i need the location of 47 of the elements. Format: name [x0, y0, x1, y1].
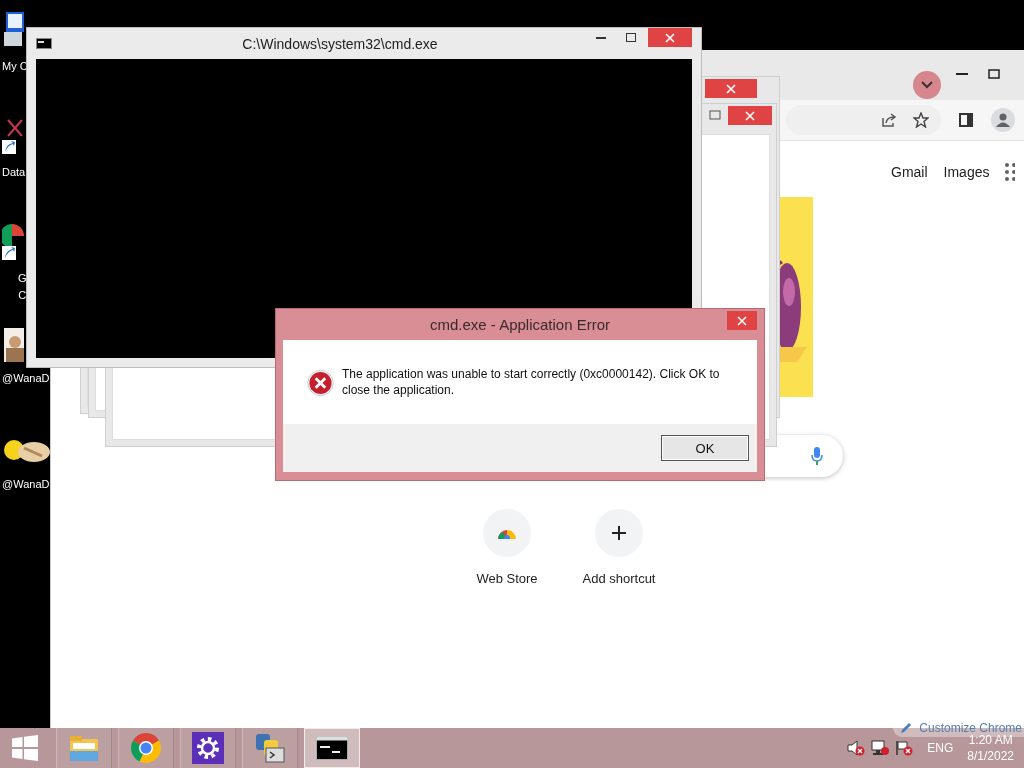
- minimize-icon: [956, 73, 968, 75]
- desktop-icon-label: Data: [2, 165, 26, 180]
- console-icon: [36, 38, 52, 49]
- desktop-icon-label: @WanaD: [2, 477, 50, 492]
- microphone-icon[interactable]: [811, 447, 823, 465]
- console-icon: [316, 736, 348, 760]
- profile-avatar[interactable]: [991, 108, 1015, 132]
- close-icon: [745, 110, 755, 121]
- chrome-logo: [130, 732, 162, 764]
- ok-button[interactable]: OK: [661, 435, 749, 461]
- plus-icon: [611, 525, 627, 541]
- windows-logo: [12, 735, 38, 761]
- chevron-down-icon: [921, 81, 933, 89]
- close-icon: [665, 32, 675, 43]
- error-message: The application was unable to start correctly (0xc0000142). Click OK to close the application.: [341, 366, 721, 398]
- header-link[interactable]: Images: [943, 164, 990, 180]
- maximize-icon: [626, 33, 636, 42]
- minimize-icon: [596, 36, 606, 39]
- speaker-muted-icon[interactable]: [847, 740, 866, 756]
- shortcut-tile[interactable]: Web Store: [463, 509, 551, 586]
- apps-grid-icon[interactable]: [1005, 163, 1016, 181]
- share-icon[interactable]: [881, 112, 897, 128]
- maximize-icon[interactable]: [709, 110, 721, 120]
- web-store-icon: [497, 527, 517, 539]
- pencil-icon: [899, 721, 914, 735]
- close-button[interactable]: [727, 311, 757, 330]
- taskbar-app-button[interactable]: [180, 728, 236, 768]
- flag-icon[interactable]: [895, 740, 914, 756]
- folder-icon: [68, 733, 100, 763]
- side-panel-icon[interactable]: [959, 113, 973, 127]
- desktop-icon-label: @WanaD: [2, 371, 50, 386]
- python-terminal-icon: [254, 732, 286, 764]
- window-title: C:\Windows\system32\cmd.exe: [241, 35, 439, 52]
- desktop-icon-label: G C: [17, 271, 27, 303]
- close-icon: [737, 315, 747, 326]
- tab-search-button[interactable]: [913, 71, 941, 99]
- gear-icon: [192, 732, 224, 764]
- photo-icon[interactable]: [2, 328, 24, 362]
- header-link[interactable]: Gmail: [891, 164, 928, 180]
- star-icon[interactable]: [913, 112, 929, 128]
- dialog-title: cmd.exe - Application Error: [429, 316, 611, 333]
- shortcut-tile[interactable]: Add shortcut: [575, 509, 663, 586]
- chrome-shortcut-icon[interactable]: [2, 222, 24, 262]
- address-bar[interactable]: [786, 105, 941, 135]
- close-icon: [726, 83, 736, 94]
- network-icon[interactable]: [871, 740, 890, 756]
- maximize-icon: [988, 69, 1000, 79]
